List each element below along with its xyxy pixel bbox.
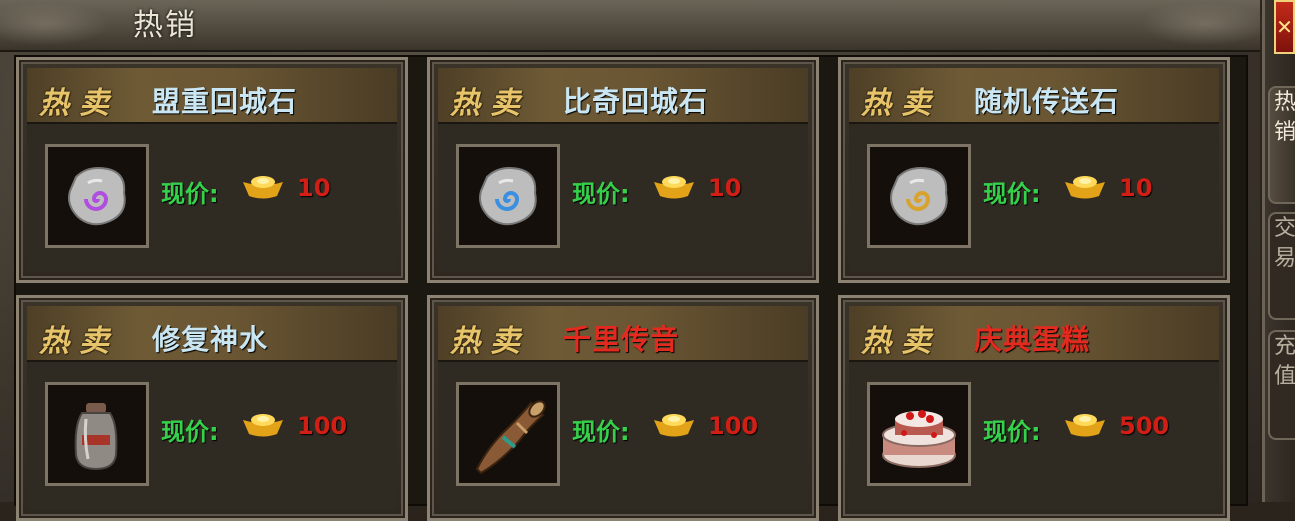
product-grid: 热卖 盟重回城石 现价: 10 热卖 比奇回城石 现价: 10 热卖 随机传送石… bbox=[14, 55, 1248, 521]
item-slot[interactable] bbox=[456, 382, 560, 486]
card-body: 现价: 10 bbox=[438, 124, 808, 272]
product-card[interactable]: 热卖 随机传送石 现价: 10 bbox=[838, 57, 1230, 283]
price-value: 10 bbox=[1119, 174, 1153, 202]
stone-blue-icon bbox=[479, 167, 537, 226]
stone-purple-icon bbox=[68, 167, 126, 226]
price-label: 现价: bbox=[572, 418, 630, 446]
product-name[interactable]: 庆典蛋糕 bbox=[974, 318, 1090, 358]
product-name[interactable]: 修复神水 bbox=[152, 318, 268, 358]
tab-label: 热销 bbox=[1274, 90, 1295, 145]
price-value: 10 bbox=[708, 174, 742, 202]
card-header: 热卖 庆典蛋糕 bbox=[849, 306, 1219, 362]
price-label: 现价: bbox=[983, 180, 1041, 208]
tab-label: 充值 bbox=[1274, 334, 1295, 389]
gold-ingot-icon bbox=[1065, 414, 1105, 437]
hot-sale-badge: 热卖 bbox=[450, 86, 530, 121]
hot-sale-badge: 热卖 bbox=[39, 324, 119, 359]
product-card[interactable]: 热卖 庆典蛋糕 现价: 500 bbox=[838, 295, 1230, 521]
hot-sale-badge: 热卖 bbox=[861, 324, 941, 359]
card-body: 现价: 500 bbox=[849, 362, 1219, 510]
card-header: 热卖 盟重回城石 bbox=[27, 68, 397, 124]
card-header: 热卖 千里传音 bbox=[438, 306, 808, 362]
gold-ingot-icon bbox=[243, 414, 283, 437]
hot-sale-badge: 热卖 bbox=[450, 324, 530, 359]
item-slot[interactable] bbox=[45, 382, 149, 486]
price-value: 100 bbox=[708, 412, 759, 440]
tab-label: 交易 bbox=[1274, 216, 1295, 271]
close-button[interactable]: ✕ bbox=[1274, 0, 1295, 54]
potion-bottle-icon bbox=[74, 403, 118, 471]
item-slot[interactable] bbox=[867, 382, 971, 486]
product-card[interactable]: 热卖 比奇回城石 现价: 10 bbox=[427, 57, 819, 283]
gold-ingot-icon bbox=[654, 414, 694, 437]
product-card[interactable]: 热卖 盟重回城石 现价: 10 bbox=[16, 57, 408, 283]
product-card[interactable]: 热卖 修复神水 现价: 100 bbox=[16, 295, 408, 521]
item-slot[interactable] bbox=[867, 144, 971, 248]
cake-icon bbox=[882, 410, 956, 468]
card-header: 热卖 修复神水 bbox=[27, 306, 397, 362]
window-title: 热销 bbox=[133, 8, 197, 43]
price-label: 现价: bbox=[983, 418, 1041, 446]
gold-ingot-icon bbox=[654, 176, 694, 199]
horn-icon bbox=[475, 400, 546, 475]
card-body: 现价: 100 bbox=[27, 362, 397, 510]
item-slot[interactable] bbox=[45, 144, 149, 248]
product-name[interactable]: 千里传音 bbox=[563, 318, 679, 358]
product-name[interactable]: 盟重回城石 bbox=[152, 80, 297, 120]
shop-window: 热销 热卖 盟重回城石 现价: 10 热卖 比奇回城石 现价: 10 热卖 随机… bbox=[0, 0, 1270, 521]
card-body: 现价: 10 bbox=[27, 124, 397, 272]
gold-ingot-icon bbox=[1065, 176, 1105, 199]
card-header: 热卖 随机传送石 bbox=[849, 68, 1219, 124]
tab-trade[interactable]: 交易 bbox=[1268, 212, 1295, 320]
card-body: 现价: 100 bbox=[438, 362, 808, 510]
price-label: 现价: bbox=[572, 180, 630, 208]
hot-sale-badge: 热卖 bbox=[39, 86, 119, 121]
price-value: 500 bbox=[1119, 412, 1170, 440]
item-slot[interactable] bbox=[456, 144, 560, 248]
frame-ornament-left bbox=[0, 2, 110, 46]
price-value: 100 bbox=[297, 412, 348, 440]
frame-ornament-right bbox=[1140, 2, 1270, 46]
price-label: 现价: bbox=[161, 180, 219, 208]
hot-sale-badge: 热卖 bbox=[861, 86, 941, 121]
product-name[interactable]: 比奇回城石 bbox=[563, 80, 708, 120]
card-header: 热卖 比奇回城石 bbox=[438, 68, 808, 124]
product-card[interactable]: 热卖 千里传音 现价: 100 bbox=[427, 295, 819, 521]
price-value: 10 bbox=[297, 174, 331, 202]
tab-hot-sale[interactable]: 热销 bbox=[1268, 86, 1295, 204]
product-name[interactable]: 随机传送石 bbox=[974, 80, 1119, 120]
price-label: 现价: bbox=[161, 418, 219, 446]
card-body: 现价: 10 bbox=[849, 124, 1219, 272]
tab-recharge[interactable]: 充值 bbox=[1268, 330, 1295, 440]
stone-gold-icon bbox=[890, 167, 948, 226]
gold-ingot-icon bbox=[243, 176, 283, 199]
